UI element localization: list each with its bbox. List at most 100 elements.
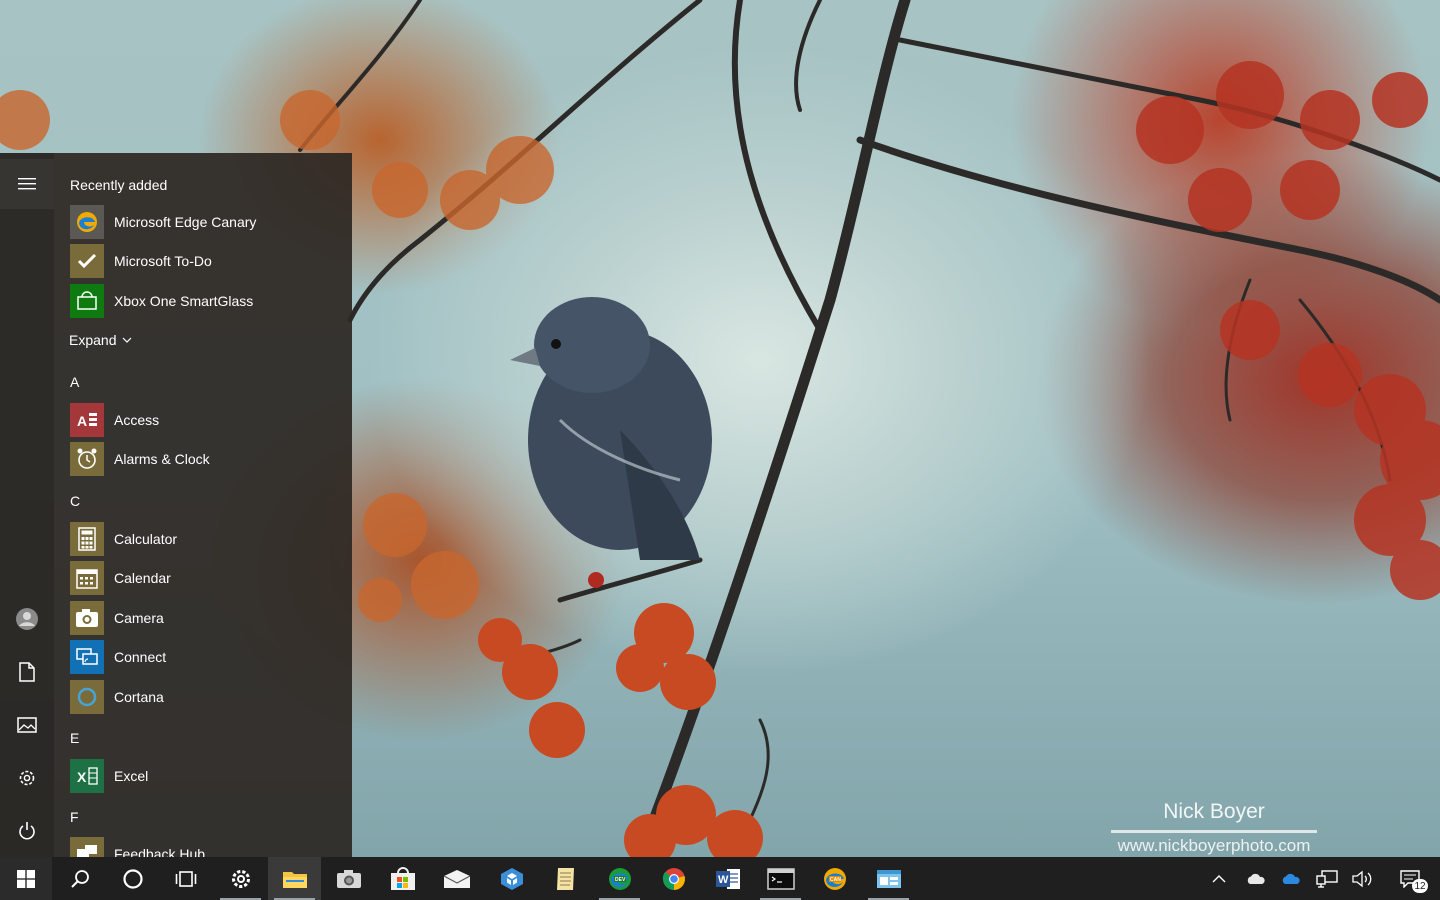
cortana-icon [122, 868, 143, 889]
taskbar: DEV W CAN 12 [0, 857, 1440, 900]
app-item-camera[interactable]: Camera [70, 600, 340, 636]
pictures-icon [17, 717, 37, 733]
app-label: Calendar [114, 570, 171, 586]
action-center-button[interactable]: 12 [1390, 857, 1430, 900]
watermark-url: www.nickboyerphoto.com [1117, 836, 1311, 855]
group-letter-c[interactable]: C [70, 493, 80, 509]
terminal-button[interactable] [754, 857, 807, 900]
app-item-xbox-smartglass[interactable]: Xbox One SmartGlass [70, 283, 340, 319]
svg-text:DEV: DEV [615, 877, 626, 883]
control-panel-icon [876, 869, 901, 888]
file-explorer-button[interactable] [268, 857, 321, 900]
teams-button[interactable] [485, 857, 538, 900]
svg-text:CAN: CAN [830, 877, 841, 883]
watermark-name: Nick Boyer [1163, 800, 1265, 823]
camera-taskbar-button[interactable] [322, 857, 375, 900]
app-label: Feedback Hub [114, 846, 206, 857]
start-button[interactable] [0, 857, 52, 900]
search-button[interactable] [53, 857, 106, 900]
hamburger-menu-icon [18, 178, 36, 190]
volume-button[interactable] [1346, 857, 1380, 900]
power-icon [19, 822, 35, 840]
network-button[interactable] [1310, 857, 1344, 900]
store-icon [390, 866, 415, 890]
word-icon: W [715, 868, 740, 889]
onedrive-business-icon [1282, 873, 1300, 884]
app-item-microsoft-to-do[interactable]: Microsoft To-Do [70, 243, 340, 279]
app-item-calendar[interactable]: Calendar [70, 560, 340, 596]
access-icon: A [70, 403, 104, 437]
expand-label: Expand [69, 332, 117, 348]
documents-icon [19, 662, 35, 682]
app-label: Camera [114, 610, 164, 626]
user-avatar-icon [16, 608, 38, 630]
calendar-icon [70, 561, 104, 595]
taskbar-settings-button[interactable] [214, 857, 267, 900]
hamburger-menu-button[interactable] [0, 159, 54, 209]
excel-icon: X [70, 759, 104, 793]
onedrive-personal-button[interactable] [1239, 857, 1273, 900]
xbox-smartglass-icon [70, 284, 104, 318]
network-icon [1316, 869, 1338, 888]
group-letter-f[interactable]: F [70, 809, 79, 825]
svg-text:W: W [718, 874, 729, 886]
mail-icon [443, 869, 470, 888]
pictures-button[interactable] [0, 701, 54, 749]
word-button[interactable]: W [701, 857, 754, 900]
connect-icon [70, 640, 104, 674]
windows-start-icon [17, 869, 35, 888]
settings-icon [19, 770, 35, 786]
show-hidden-icons-button[interactable] [1202, 857, 1236, 900]
edge-canary-button[interactable]: CAN [808, 857, 861, 900]
app-label: Microsoft To-Do [114, 253, 212, 269]
expand-button[interactable]: Expand [69, 332, 132, 348]
edge-canary-icon [70, 205, 104, 239]
app-label: Xbox One SmartGlass [114, 293, 254, 309]
notepad-button[interactable] [539, 857, 592, 900]
chrome-button[interactable] [647, 857, 700, 900]
control-panel-button[interactable] [862, 857, 915, 900]
bird-shape [510, 297, 712, 560]
user-account-button[interactable] [0, 595, 54, 643]
cortana-button[interactable] [106, 857, 159, 900]
start-menu-rail [0, 153, 54, 857]
app-item-alarms-clock[interactable]: Alarms & Clock [70, 441, 340, 477]
settings-icon [231, 869, 250, 888]
search-icon [70, 869, 89, 888]
task-view-icon [175, 870, 196, 887]
teams-icon [500, 867, 523, 890]
app-label: Calculator [114, 531, 178, 547]
feedback-hub-icon [70, 837, 104, 857]
chevron-down-icon [123, 337, 132, 343]
app-item-excel[interactable]: X Excel [70, 758, 340, 794]
task-view-button[interactable] [159, 857, 212, 900]
settings-button[interactable] [0, 754, 54, 802]
svg-text:A: A [77, 413, 87, 429]
app-label: Excel [114, 768, 149, 784]
chrome-icon [662, 867, 685, 890]
watermark-underline [1111, 830, 1317, 833]
app-item-edge-canary[interactable]: Microsoft Edge Canary [70, 204, 340, 240]
group-letter-e[interactable]: E [70, 730, 79, 746]
app-item-calculator[interactable]: Calculator [70, 521, 340, 557]
store-button[interactable] [376, 857, 429, 900]
checkmark-icon [70, 244, 104, 278]
camera-icon [336, 869, 361, 888]
app-item-connect[interactable]: Connect [70, 639, 340, 675]
app-item-cortana[interactable]: Cortana [70, 679, 340, 715]
cortana-icon [70, 680, 104, 714]
app-label: Cortana [114, 689, 164, 705]
app-label: Access [114, 412, 160, 428]
notepad-icon [556, 867, 574, 890]
app-item-feedback-hub[interactable]: Feedback Hub [70, 836, 340, 857]
camera-icon [70, 601, 104, 635]
power-button[interactable] [0, 807, 54, 855]
onedrive-business-button[interactable] [1274, 857, 1308, 900]
edge-dev-icon: DEV [608, 867, 631, 890]
recently-added-heading: Recently added [70, 177, 168, 193]
mail-button[interactable] [430, 857, 483, 900]
edge-dev-button[interactable]: DEV [593, 857, 646, 900]
documents-button[interactable] [0, 648, 54, 696]
app-item-access[interactable]: A Access [70, 402, 340, 438]
group-letter-a[interactable]: A [70, 374, 79, 390]
